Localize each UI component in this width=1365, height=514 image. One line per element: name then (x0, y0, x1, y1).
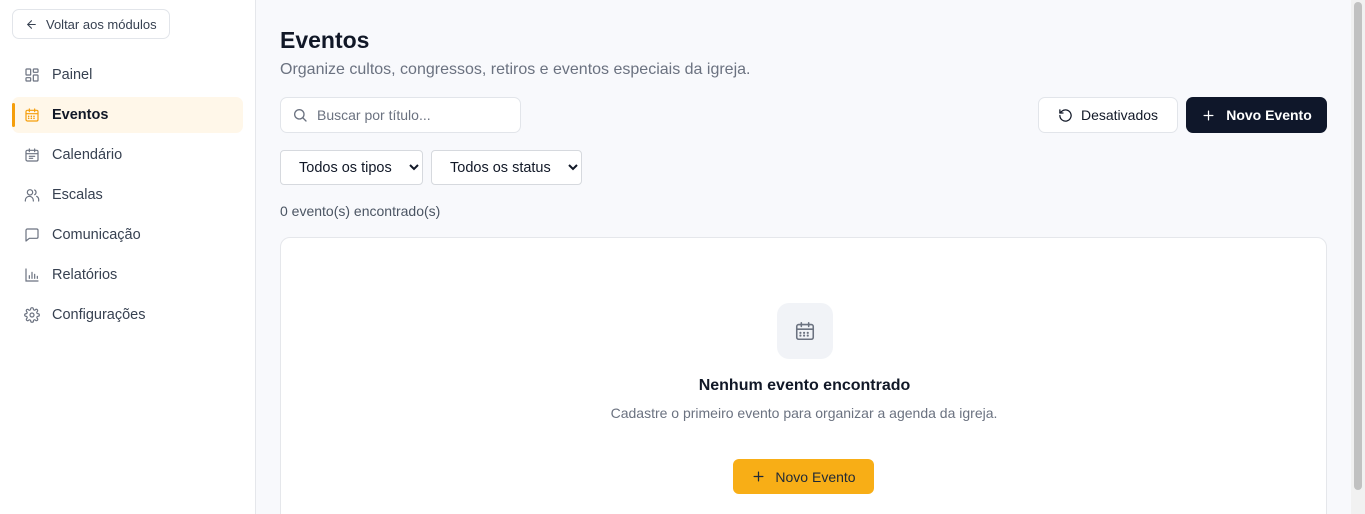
sidebar-item-configuracoes[interactable]: Configurações (12, 297, 243, 333)
page-title: Eventos (280, 27, 370, 53)
new-event-button[interactable]: Novo Evento (1186, 97, 1327, 133)
type-filter-select[interactable]: Todos os tipos (280, 150, 423, 185)
rotate-ccw-icon (1059, 108, 1072, 122)
sidebar-item-relatorios[interactable]: Relatórios (12, 257, 243, 293)
sidebar-item-painel[interactable]: Painel (12, 57, 243, 93)
sidebar-item-eventos[interactable]: Eventos (12, 97, 243, 133)
calendar-days-icon (25, 148, 39, 162)
sidebar-item-label: Eventos (52, 107, 109, 123)
gear-icon (24, 307, 40, 323)
status-filter-select[interactable]: Todos os status (431, 150, 582, 185)
empty-state-card: Nenhum evento encontrado Cadastre o prim… (280, 237, 1327, 514)
message-icon (25, 228, 39, 242)
search-box[interactable] (280, 97, 521, 133)
empty-state-text: Cadastre o primeiro evento para organiza… (610, 405, 998, 421)
main-content: Eventos Organize cultos, congressos, ret… (256, 0, 1351, 514)
sidebar-item-label: Calendário (52, 147, 123, 163)
empty-state-button-label: Novo Evento (775, 468, 856, 485)
sidebar-item-label: Painel (52, 67, 93, 83)
deactivated-button[interactable]: Desativados (1038, 97, 1178, 133)
search-input[interactable] (317, 107, 507, 123)
empty-state-title: Nenhum evento encontrado (698, 377, 911, 394)
bar-chart-icon (25, 268, 39, 282)
sidebar-item-comunicacao[interactable]: Comunicação (12, 217, 243, 253)
sidebar-item-escalas[interactable]: Escalas (12, 177, 243, 213)
empty-state-new-event-button[interactable]: Novo Evento (733, 459, 874, 494)
back-to-modules-label: Voltar aos módulos (46, 16, 157, 32)
sidebar-item-label: Comunicação (52, 227, 141, 243)
plus-icon (753, 471, 764, 482)
sidebar: Voltar aos módulos Painel Eventos Calend… (0, 0, 256, 514)
plus-icon (1203, 110, 1214, 120)
calendar-icon (25, 108, 39, 122)
results-count: 0 evento(s) encontrado(s) (280, 203, 441, 219)
page-scrollbar[interactable] (1351, 0, 1365, 514)
dashboard-icon (25, 68, 39, 82)
sidebar-item-label: Escalas (52, 187, 103, 203)
empty-state-icon-box (777, 303, 833, 359)
new-event-button-label: Novo Evento (1226, 107, 1312, 123)
arrow-left-icon (27, 19, 36, 29)
scrollbar-thumb[interactable] (1354, 2, 1362, 490)
sidebar-nav: Painel Eventos Calendário Escalas Comuni… (12, 57, 243, 337)
page-subtitle: Organize cultos, congressos, retiros e e… (280, 61, 751, 78)
deactivated-button-label: Desativados (1080, 107, 1159, 123)
back-to-modules-button[interactable]: Voltar aos módulos (12, 9, 170, 39)
sidebar-item-label: Relatórios (52, 267, 118, 283)
search-icon (294, 109, 307, 122)
calendar-icon (795, 321, 815, 341)
users-icon (24, 189, 40, 202)
sidebar-item-calendario[interactable]: Calendário (12, 137, 243, 173)
sidebar-item-label: Configurações (52, 307, 146, 323)
